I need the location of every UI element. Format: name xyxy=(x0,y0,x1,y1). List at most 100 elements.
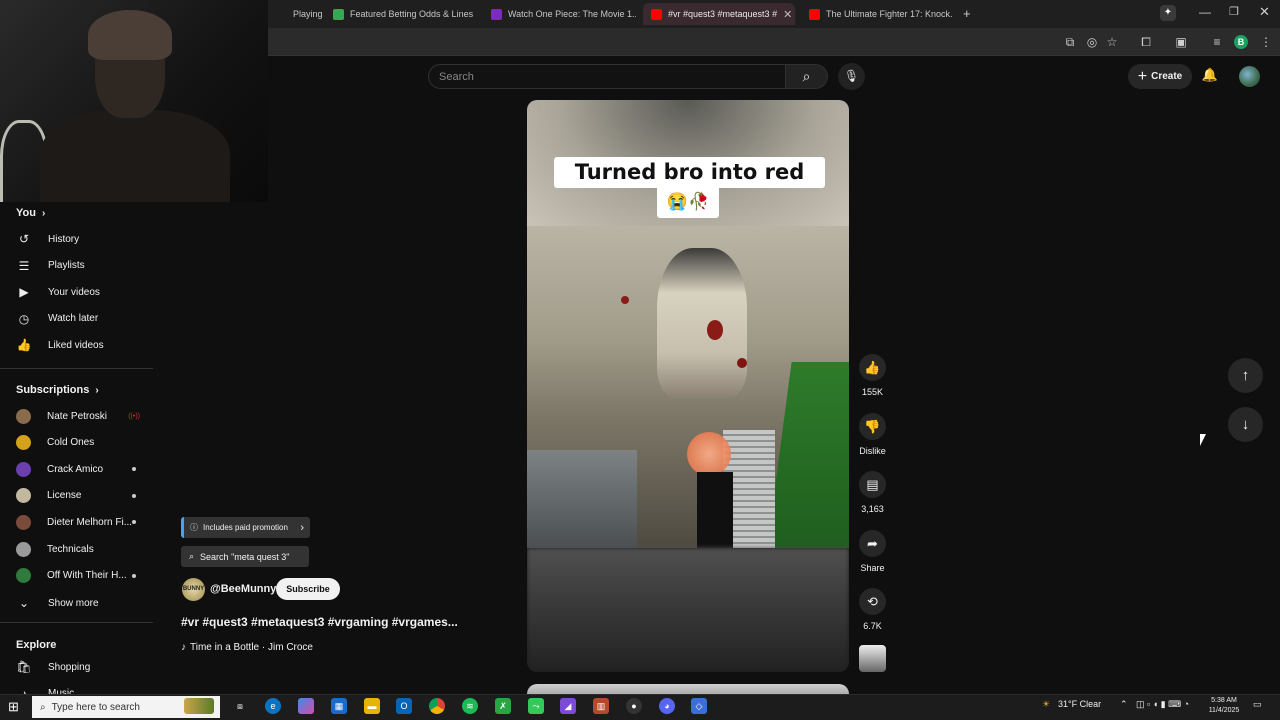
browser-tab[interactable]: Playing✕ xyxy=(268,3,330,25)
music-link[interactable]: ♪ Time in a Bottle · Jim Croce xyxy=(181,642,313,653)
chevron-right-icon: › xyxy=(41,207,46,219)
app-icon[interactable]: ◢ xyxy=(560,698,576,714)
sidebar-you-header[interactable]: You › xyxy=(16,207,45,219)
copilot-icon[interactable] xyxy=(298,698,314,714)
maximize-button[interactable]: ❐ xyxy=(1229,5,1239,18)
channel-avatar xyxy=(16,435,31,451)
app-icon[interactable]: ▥ xyxy=(593,698,609,714)
windows-start-icon[interactable]: ⊞ xyxy=(8,699,19,715)
subscription-label: Technicals xyxy=(47,543,94,555)
chevron-right-icon: › xyxy=(95,384,99,396)
sidebar-item-liked-videos[interactable]: 👍 Liked videos xyxy=(16,335,156,355)
subscribe-button[interactable]: Subscribe xyxy=(276,578,340,600)
short-video-player[interactable]: Turned bro into red mist 😭🥀 xyxy=(527,100,849,672)
sidebar-item-watch-later[interactable]: ◷ Watch later xyxy=(16,309,156,329)
subscription-label: Off With Their H... xyxy=(47,570,127,582)
taskbar-clock[interactable]: 5:38 AM 11/4/2025 xyxy=(1204,696,1244,716)
edge-icon[interactable]: e xyxy=(265,698,281,714)
share-label: Share xyxy=(860,562,885,573)
subscription-item[interactable]: Nate Petroski ((•)) xyxy=(16,406,156,426)
browser-tab[interactable]: Watch One Piece: The Movie 1...✕ xyxy=(483,3,636,25)
task-view-icon[interactable]: ⧈ xyxy=(232,698,248,714)
ai-sparkle-icon[interactable]: ✦ xyxy=(1160,5,1176,21)
subscription-label: Crack Amico xyxy=(47,463,104,475)
sidebar-show-more[interactable]: ⌄ Show more xyxy=(16,593,156,613)
outlook-icon[interactable]: O xyxy=(396,698,412,714)
remix-button[interactable]: ⟲ xyxy=(859,588,886,616)
comments-button[interactable]: ▤ xyxy=(859,471,886,499)
share-button[interactable]: ➦ xyxy=(859,529,886,557)
browser-tab[interactable]: The Ultimate Fighter 17: Knock...✕ xyxy=(801,3,953,25)
sidebar-item-your-videos[interactable]: ▶ Your videos xyxy=(16,282,156,302)
bookmark-star-icon[interactable]: ☆ xyxy=(1104,34,1120,50)
sidebar-subscriptions-label: Subscriptions xyxy=(16,384,90,396)
tray-overflow-icon[interactable]: ⌃ xyxy=(1120,699,1128,710)
subscription-item[interactable]: Crack Amico xyxy=(16,459,156,479)
search-suggestion-chip[interactable]: ⌕ Search "meta quest 3" xyxy=(181,546,309,567)
sidebar-item-history[interactable]: ↺ History xyxy=(16,229,156,249)
search-input[interactable]: Search xyxy=(428,64,786,89)
dislike-button[interactable]: 👎 xyxy=(859,412,886,440)
sidebar-item-label: Watch later xyxy=(48,313,99,325)
shopping-icon: 🛍 xyxy=(16,660,32,674)
notification-center-icon[interactable]: ▭ xyxy=(1253,699,1262,710)
install-app-icon[interactable]: ⧉ xyxy=(1062,34,1078,50)
browser-tab[interactable]: #vr #quest3 #metaquest3 # ✕ xyxy=(643,3,795,25)
next-short-button[interactable]: ↓ xyxy=(1228,407,1263,442)
sidebar-divider xyxy=(0,368,153,369)
browser-tab[interactable]: Featured Betting Odds & Lines✕ xyxy=(325,3,477,25)
spotify-icon[interactable]: ≋ xyxy=(462,698,478,714)
sound-thumbnail[interactable] xyxy=(859,645,886,672)
history-icon: ↺ xyxy=(18,232,30,246)
store-icon[interactable]: ▦ xyxy=(331,698,347,714)
tab-favicon-icon xyxy=(651,8,662,20)
app-icon[interactable]: ✗ xyxy=(495,698,511,714)
sidebar-item-shopping[interactable]: 🛍 Shopping xyxy=(16,657,156,677)
create-button[interactable]: + Create xyxy=(1128,64,1192,89)
sidebar-item-label: Playlists xyxy=(48,260,85,272)
channel-avatar[interactable]: BUNNY xyxy=(182,578,205,601)
search-highlight-icon[interactable] xyxy=(184,698,214,714)
browser-profile-avatar[interactable]: B xyxy=(1234,35,1248,49)
new-tab-button[interactable]: + xyxy=(963,6,971,21)
browser-menu-icon[interactable]: ⋮ xyxy=(1258,34,1274,50)
media-controls-icon[interactable]: ≡ xyxy=(1209,34,1225,50)
previous-short-button[interactable]: ↑ xyxy=(1228,358,1263,393)
app-icon[interactable]: ◇ xyxy=(691,698,707,714)
search-button[interactable]: ⌕ xyxy=(786,64,828,89)
sidebar-subscriptions-header[interactable]: Subscriptions › xyxy=(16,384,99,396)
file-explorer-icon[interactable]: ▬ xyxy=(364,698,380,714)
split-view-icon[interactable]: ▣ xyxy=(1173,34,1189,50)
tray-icons[interactable]: ◫ ▫ ◖ ▮ ⌨ ◔ xyxy=(1136,699,1189,710)
new-content-dot xyxy=(132,493,136,498)
like-button[interactable]: 👍 xyxy=(859,354,886,381)
comments-label: 3,163 xyxy=(861,504,884,515)
channel-name[interactable]: @BeeMunny xyxy=(210,583,276,595)
account-avatar[interactable] xyxy=(1239,66,1260,87)
search-chip-label: Search "meta quest 3" xyxy=(200,551,290,562)
obs-icon[interactable]: ● xyxy=(626,698,642,714)
subscription-item[interactable]: Off With Their H... xyxy=(16,566,156,586)
weather-label[interactable]: 31°F Clear xyxy=(1058,699,1101,709)
video-caption: Turned bro into red mist xyxy=(554,157,825,215)
subscription-item[interactable]: Cold Ones xyxy=(16,433,156,453)
subscription-item[interactable]: License xyxy=(16,486,156,506)
paid-promotion-label: Includes paid promotion xyxy=(203,523,288,532)
eye-off-icon[interactable]: ◎ xyxy=(1084,34,1100,50)
discord-icon[interactable]: ◕ xyxy=(659,698,675,714)
your-videos-icon: ▶ xyxy=(19,285,29,300)
paid-promotion-badge[interactable]: ⓘ Includes paid promotion › xyxy=(181,517,310,538)
close-tab-icon[interactable]: ✕ xyxy=(783,8,792,21)
channel-avatar xyxy=(16,408,31,424)
subscription-item[interactable]: Dieter Melhorn Fi... xyxy=(16,512,156,532)
sidebar-item-playlists[interactable]: ☰ Playlists xyxy=(16,256,156,276)
chrome-icon[interactable] xyxy=(429,698,445,714)
notifications-bell-icon[interactable]: 🔔 xyxy=(1201,67,1219,85)
app-icon[interactable]: ⤳ xyxy=(528,698,544,714)
extensions-icon[interactable]: ⧠ xyxy=(1138,34,1154,50)
close-window-button[interactable]: ✕ xyxy=(1259,4,1270,20)
voice-search-button[interactable]: 🎙 xyxy=(838,63,865,90)
subscription-item[interactable]: Technicals xyxy=(16,539,156,559)
video-title[interactable]: #vr #quest3 #metaquest3 #vrgaming #vrgam… xyxy=(181,615,458,629)
minimize-button[interactable]: — xyxy=(1199,5,1211,19)
